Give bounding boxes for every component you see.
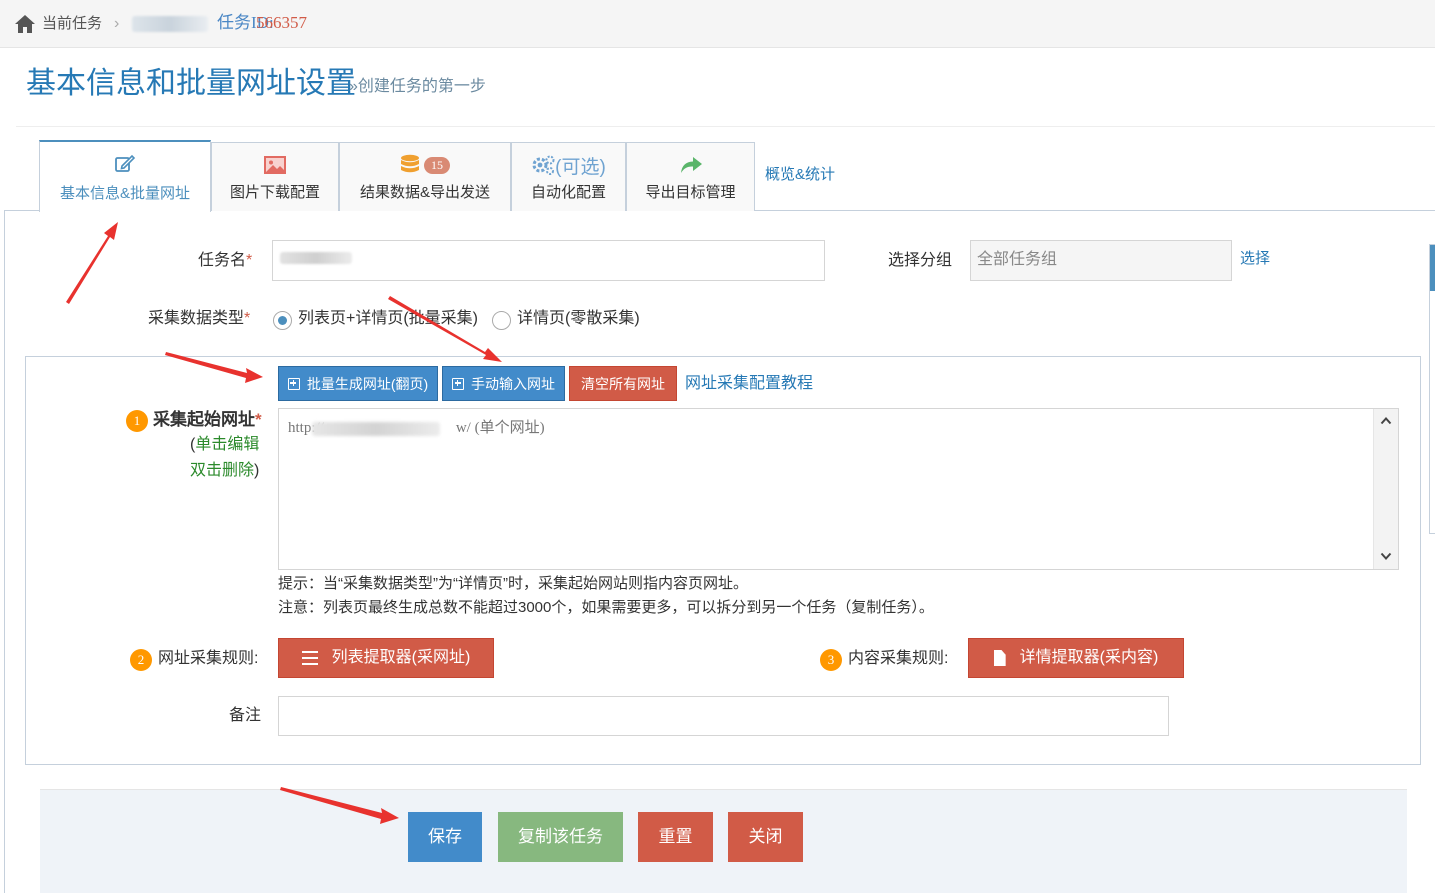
button-label: 手动输入网址 <box>471 375 555 392</box>
url-list-scrollbar[interactable] <box>1373 409 1398 569</box>
start-url-label: 采集起始网址* <box>153 410 262 429</box>
remark-label: 备注 <box>229 707 262 724</box>
save-button[interactable]: 保存 <box>408 812 482 862</box>
tab-label: 自动化配置 <box>530 184 606 201</box>
tab-optional-label: (可选) <box>555 156 606 178</box>
tab-result-data[interactable]: 15 结果数据&导出发送 <box>339 142 511 211</box>
tab-export-target[interactable]: 导出目标管理 <box>626 142 755 211</box>
image-icon <box>264 156 286 174</box>
manual-input-url-button[interactable]: 手动输入网址 <box>442 366 565 401</box>
edit-icon <box>115 154 136 172</box>
home-icon[interactable] <box>14 14 36 34</box>
breadcrumb <box>0 0 1435 48</box>
share-icon <box>680 157 702 173</box>
hint-note: 提示：当“采集数据类型”为“详情页”时，采集起始网站则指内容页网址。 <box>278 575 748 592</box>
chevron-down-icon[interactable] <box>1380 550 1392 562</box>
content-rule-label: 内容采集规则: <box>848 650 949 667</box>
gears-icon <box>532 155 555 175</box>
tab-image-download[interactable]: 图片下载配置 <box>211 142 339 211</box>
step-badge-2: 2 <box>130 649 152 671</box>
close-button[interactable]: 关闭 <box>728 812 803 862</box>
group-select-field[interactable]: 全部任务组 <box>970 240 1232 281</box>
page-title: 基本信息和批量网址设置 <box>26 67 356 100</box>
url-redacted <box>312 422 440 436</box>
chevron-up-icon[interactable] <box>1380 415 1392 427</box>
list-icon <box>301 651 318 665</box>
batch-generate-url-button[interactable]: 批量生成网址(翻页) <box>278 366 438 401</box>
database-icon <box>401 154 419 173</box>
tab-automation[interactable]: (可选) 自动化配置 <box>511 142 626 211</box>
data-type-label: 采集数据类型* <box>148 310 251 327</box>
radio-detail-only-label[interactable]: 详情页(零散采集) <box>517 308 640 330</box>
group-select-link[interactable]: 选择 <box>1240 249 1270 269</box>
tab-label: 基本信息&批量网址 <box>59 185 190 202</box>
list-extractor-button[interactable]: 列表提取器(采网址) <box>278 638 494 678</box>
task-name-input[interactable] <box>272 240 825 281</box>
tab-label: 图片下载配置 <box>229 184 320 201</box>
radio-detail-only[interactable] <box>492 311 511 330</box>
tab-label: 导出目标管理 <box>645 184 736 201</box>
button-label: 详情提取器(采内容) <box>1019 649 1159 666</box>
side-scrollbar[interactable] <box>1429 244 1435 534</box>
start-url-hint: (单击编辑 双击删除) <box>190 436 260 479</box>
breadcrumb-task-name-redacted <box>132 16 208 32</box>
button-label: 清空所有网址 <box>581 375 665 392</box>
plus-square-icon <box>452 377 464 390</box>
file-icon <box>993 650 1006 666</box>
button-label: 列表提取器(采网址) <box>331 649 471 666</box>
breadcrumb-current-task[interactable]: 当前任务 <box>42 14 102 34</box>
task-name-redacted <box>280 252 352 264</box>
overview-stats-link[interactable]: 概览&统计 <box>765 165 835 185</box>
task-id-value: 566357 <box>256 13 307 32</box>
divider <box>16 126 1435 127</box>
breadcrumb-separator: › <box>114 15 120 32</box>
tab-label: 结果数据&导出发送 <box>359 184 490 201</box>
url-tutorial-link[interactable]: 网址采集配置教程 <box>685 373 813 395</box>
copy-task-button[interactable]: 复制该任务 <box>498 812 623 862</box>
form-actions <box>40 789 1407 893</box>
page-subtitle: »创建任务的第一步 <box>349 78 486 95</box>
detail-extractor-button[interactable]: 详情提取器(采内容) <box>968 638 1184 678</box>
radio-list-detail[interactable] <box>273 311 292 330</box>
plus-square-icon <box>287 377 300 390</box>
tab-basic-info[interactable]: 基本信息&批量网址 <box>39 140 211 212</box>
tab-badge-count: 15 <box>424 156 450 174</box>
remark-input[interactable] <box>278 696 1169 736</box>
radio-list-detail-label[interactable]: 列表页+详情页(批量采集) <box>298 308 478 330</box>
step-badge-1: 1 <box>126 410 148 432</box>
group-label: 选择分组 <box>888 252 953 269</box>
task-name-label: 任务名* <box>198 252 253 269</box>
button-label: 批量生成网址(翻页) <box>306 375 429 392</box>
warning-note: 注意：列表页最终生成总数不能超过3000个，如果需要更多，可以拆分到另一个任务（… <box>278 599 934 616</box>
reset-button[interactable]: 重置 <box>638 812 713 862</box>
step-badge-3: 3 <box>820 649 842 671</box>
clear-all-urls-button[interactable]: 清空所有网址 <box>569 366 677 401</box>
url-rule-label: 网址采集规则: <box>158 650 259 667</box>
